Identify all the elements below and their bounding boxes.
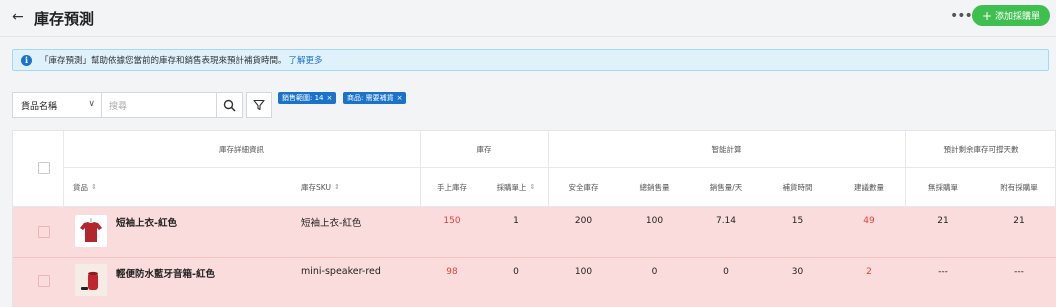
group-header-details: 庫存詳細資訊 xyxy=(219,144,264,154)
column-header-with-po: 附有採購單 xyxy=(1000,182,1038,192)
info-banner: i 「庫存預測」幫助依據您當前的庫存和銷售表現來預計補貨時間。 了解更多 xyxy=(12,49,1049,71)
sales-per-day: 0 xyxy=(723,267,729,277)
search-placeholder: 搜尋 xyxy=(109,101,128,112)
page-title: 庫存預測 xyxy=(34,10,95,28)
days-no-po: --- xyxy=(938,267,948,277)
sort-icon[interactable]: ⇕ xyxy=(91,183,97,191)
add-purchase-order-label: 添加採購單 xyxy=(995,12,1041,22)
filter-chip-label: 商品: 需要補貨 xyxy=(347,94,394,102)
product-sku: mini-speaker-red xyxy=(301,266,381,277)
more-options-icon[interactable]: ••• xyxy=(950,8,973,24)
product-sku: 短袖上衣-紅色 xyxy=(301,218,362,229)
column-header-no-po: 無採購單 xyxy=(928,182,958,192)
add-purchase-order-button[interactable]: + 添加採購單 xyxy=(972,5,1050,26)
lead-time: 15 xyxy=(791,216,804,226)
table-row[interactable]: 短袖上衣-紅色 短袖上衣-紅色 150 1 200 100 7.14 15 49… xyxy=(13,207,1056,257)
table-row[interactable]: 輕便防水藍牙音箱-紅色 mini-speaker-red 98 0 100 0 … xyxy=(13,258,1056,307)
column-header-label: 採購單上 xyxy=(496,182,527,192)
on-hand-stock: 150 xyxy=(443,216,461,226)
column-header-product[interactable]: 貨品 ⇕ xyxy=(73,168,193,206)
product-thumbnail xyxy=(75,215,107,247)
lead-time: 30 xyxy=(791,267,804,277)
on-hand-stock: 98 xyxy=(446,267,458,277)
field-select-value: 貨品名稱 xyxy=(21,101,58,112)
total-sales: 100 xyxy=(645,216,664,226)
select-all-checkbox[interactable] xyxy=(38,162,50,174)
suggested-qty: 49 xyxy=(863,216,875,226)
field-select[interactable]: 貨品名稱 ∨ xyxy=(12,92,101,118)
on-po-stock: 0 xyxy=(513,267,519,277)
header-divider xyxy=(0,36,1056,37)
column-header-suggested-qty: 建議數量 xyxy=(854,182,884,192)
info-banner-text: 「庫存預測」幫助依據您當前的庫存和銷售表現來預計補貨時間。 xyxy=(40,56,287,66)
learn-more-link[interactable]: 了解更多 xyxy=(289,54,323,66)
suggested-qty: 2 xyxy=(866,267,872,277)
column-header-sales-per-day: 銷售量/天 xyxy=(709,182,743,192)
chevron-down-icon: ∨ xyxy=(88,99,95,109)
search-input[interactable]: 搜尋 xyxy=(101,92,217,118)
plus-icon: + xyxy=(981,8,993,23)
sort-icon[interactable]: ⇕ xyxy=(530,183,536,191)
column-header-on-hand: 手上庫存 xyxy=(437,182,467,192)
product-thumbnail xyxy=(75,264,107,296)
filter-button[interactable] xyxy=(246,92,272,118)
product-name[interactable]: 輕便防水藍牙音箱-紅色 xyxy=(116,266,215,280)
product-name[interactable]: 短袖上衣-紅色 xyxy=(116,215,177,229)
search-icon xyxy=(223,99,236,112)
group-header-days-remaining: 預計剩余庫存可撐天數 xyxy=(943,144,1019,154)
column-header-sku[interactable]: 庫存SKU ⇕ xyxy=(301,168,411,206)
filter-chip-label: 銷售範圍: 14 xyxy=(282,94,324,102)
filter-chip-sales-range[interactable]: 銷售範圍: 14 × xyxy=(278,92,337,104)
safety-stock: 200 xyxy=(574,216,593,226)
days-with-po: --- xyxy=(1014,267,1024,277)
column-header-total-sales: 總銷售量 xyxy=(639,182,670,192)
column-header-on-po[interactable]: 採購單上 ⇕ xyxy=(484,168,548,206)
sort-icon[interactable]: ⇕ xyxy=(334,183,340,191)
row-checkbox[interactable] xyxy=(38,226,50,238)
filter-chip-product[interactable]: 商品: 需要補貨 × xyxy=(343,92,407,104)
search-button[interactable] xyxy=(217,92,243,118)
filter-icon xyxy=(253,99,265,111)
row-checkbox[interactable] xyxy=(38,275,50,287)
back-arrow-icon[interactable]: ← xyxy=(12,9,24,25)
days-no-po: 21 xyxy=(937,216,949,226)
sales-per-day: 7.14 xyxy=(715,216,737,226)
column-header-safety-stock: 安全庫存 xyxy=(568,182,599,192)
column-header-lead-time: 補貨時間 xyxy=(782,182,813,192)
on-po-stock: 1 xyxy=(513,216,519,226)
safety-stock: 100 xyxy=(574,267,593,277)
page-header: ← 庫存預測 ••• + 添加採購單 xyxy=(0,0,1056,36)
days-with-po: 21 xyxy=(1013,216,1025,226)
group-header-stock: 庫存 xyxy=(476,144,492,154)
close-icon[interactable]: × xyxy=(397,94,403,102)
group-header-smart-calc: 智能計算 xyxy=(711,144,742,154)
total-sales: 0 xyxy=(651,267,658,277)
column-header-label: 庫存SKU xyxy=(301,182,331,192)
column-header-label: 貨品 xyxy=(73,182,88,192)
close-icon[interactable]: × xyxy=(327,94,333,102)
inventory-forecast-table: 庫存詳細資訊 庫存 智能計算 預計剩余庫存可撐天數 貨品 ⇕ 庫存SKU ⇕ 手上庫… xyxy=(12,130,1056,307)
info-icon: i xyxy=(21,54,32,66)
